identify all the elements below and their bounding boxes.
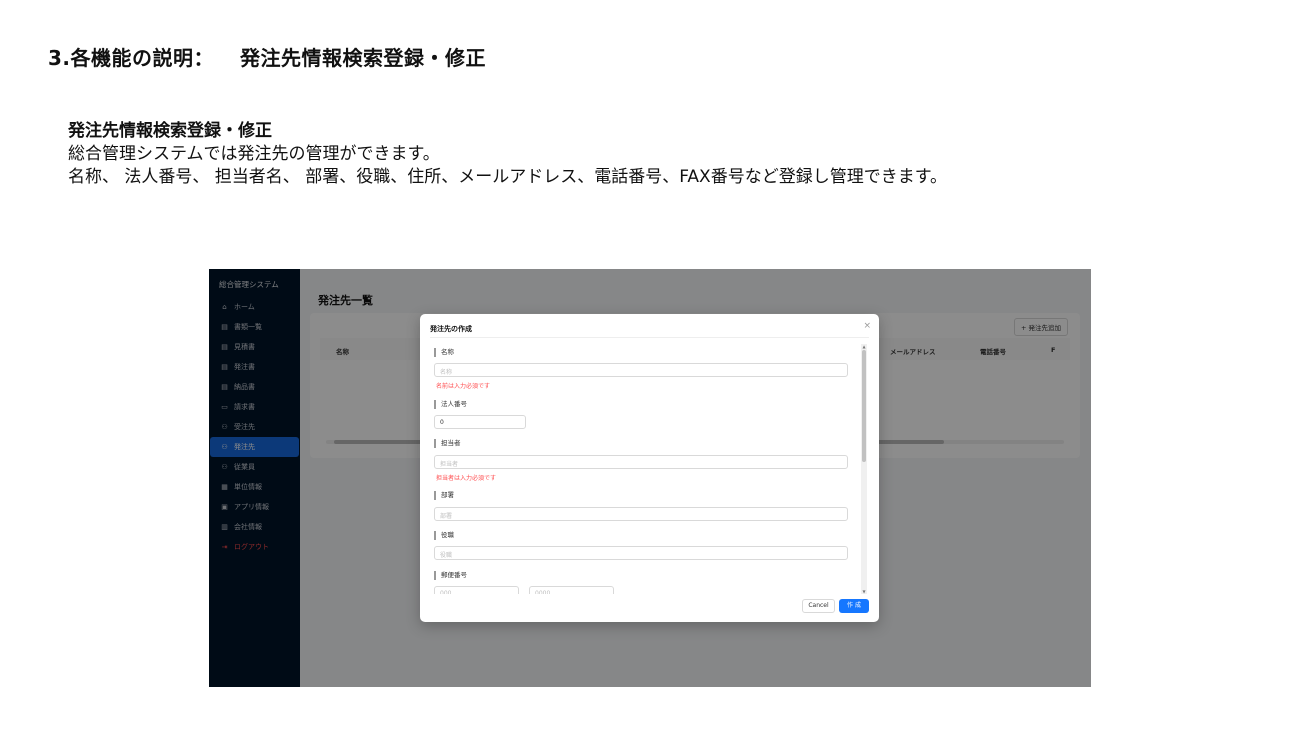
- postal-code-input-1[interactable]: 000: [434, 586, 519, 594]
- section-line-2: 名称、 法人番号、 担当者名、 部署、役職、住所、メールアドレス、電話番号、FA…: [68, 167, 948, 187]
- role-label: 役職: [434, 531, 454, 540]
- section-title: 発注先情報検索登録・修正: [68, 121, 272, 141]
- corporate-number-input[interactable]: 0: [434, 415, 526, 429]
- app-screenshot: 総合管理システム ⌂ ホーム ▤ 書類一覧 ▤ 見積書 ▤ 発注書 ▤ 納品書 ▭ 請求書 ⚇ 受注先 ⚇ 発…: [209, 269, 1091, 687]
- modal-title: 発注先の作成: [430, 325, 472, 333]
- person-label: 担当者: [434, 439, 461, 448]
- modal-vertical-scrollbar[interactable]: ▲ ▼: [861, 344, 867, 594]
- role-input[interactable]: 役職: [434, 546, 848, 560]
- document-heading: 3.各機能の説明： 発注先情報検索登録・修正: [48, 42, 486, 71]
- modal-form: 名称 名称 名前は入力必須です 法人番号 0 担当者 担当者 担当者は入力必須で…: [434, 344, 864, 594]
- department-label: 部署: [434, 491, 454, 500]
- scroll-up-icon[interactable]: ▲: [861, 344, 867, 349]
- name-error: 名前は入力必須です: [436, 383, 491, 390]
- heading-title: 発注先情報検索登録・修正: [240, 46, 487, 70]
- scroll-down-icon[interactable]: ▼: [861, 589, 867, 594]
- cancel-button[interactable]: Cancel: [802, 599, 835, 613]
- scrollbar-thumb[interactable]: [862, 350, 866, 462]
- name-label: 名称: [434, 348, 454, 357]
- section-line-1: 総合管理システムでは発注先の管理ができます。: [68, 144, 440, 164]
- postal-code-input-2[interactable]: 0000: [529, 586, 614, 594]
- create-button[interactable]: 作 成: [839, 599, 869, 613]
- corporate-number-label: 法人番号: [434, 400, 467, 409]
- create-supplier-modal: 発注先の作成 × 名称 名称 名前は入力必須です 法人番号 0 担当者 担当者 …: [420, 314, 879, 622]
- person-error: 担当者は入力必須です: [436, 475, 497, 482]
- modal-divider: [430, 337, 869, 338]
- document-section: 発注先情報検索登録・修正 総合管理システムでは発注先の管理ができます。 名称、 …: [68, 120, 947, 189]
- close-icon[interactable]: ×: [863, 321, 871, 331]
- department-input[interactable]: 部署: [434, 507, 848, 521]
- name-input[interactable]: 名称: [434, 363, 848, 377]
- heading-number: 3.各機能の説明：: [48, 46, 215, 70]
- postal-code-label: 郵便番号: [434, 571, 467, 580]
- person-input[interactable]: 担当者: [434, 455, 848, 469]
